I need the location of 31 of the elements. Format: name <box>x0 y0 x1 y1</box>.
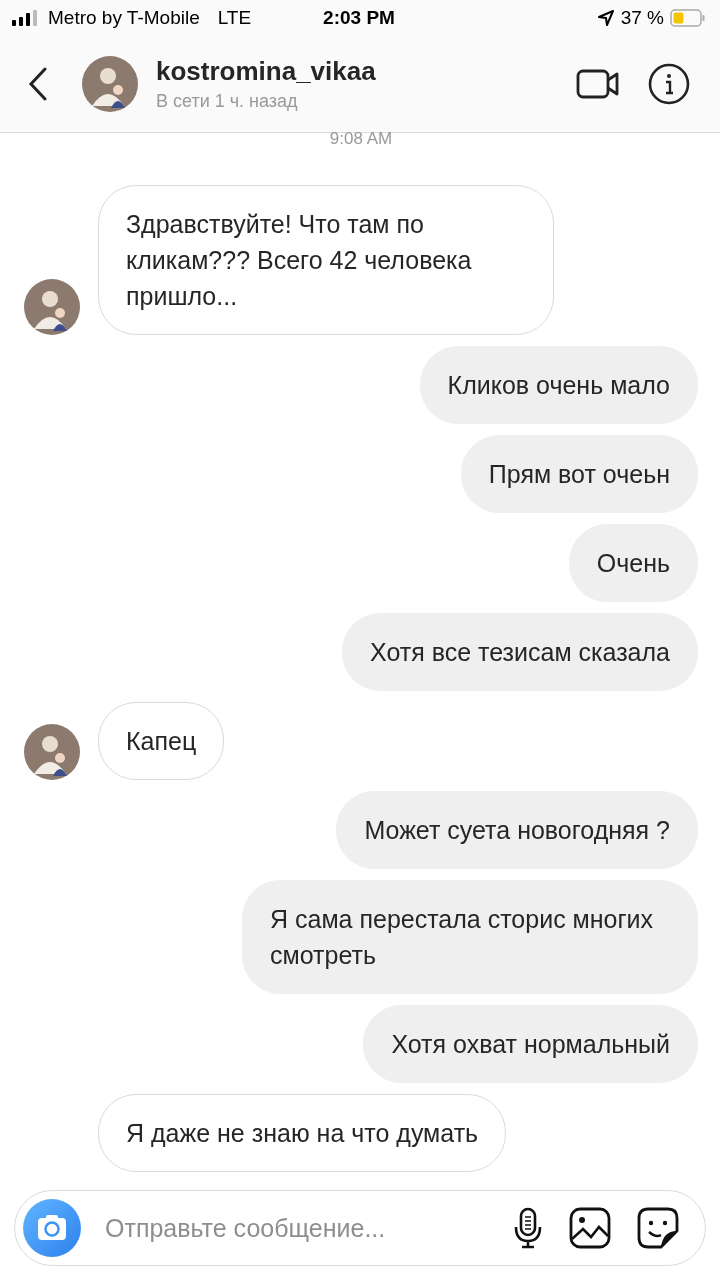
received-message[interactable]: Здравствуйте! Что там по кликам??? Всего 42 человека пришло... <box>98 185 554 335</box>
sent-message[interactable]: Может суета новогодняя ? <box>336 791 698 869</box>
signal-icon <box>12 10 40 26</box>
avatar[interactable] <box>24 724 80 780</box>
battery-icon <box>670 9 706 27</box>
clock-time: 2:03 PM <box>323 7 395 29</box>
location-arrow-icon <box>596 9 615 27</box>
received-message[interactable]: Капец <box>98 702 225 780</box>
image-icon[interactable] <box>569 1207 611 1249</box>
presence-status: В сети 1 ч. назад <box>156 91 299 112</box>
sticker-icon[interactable] <box>637 1207 679 1249</box>
video-camera-icon[interactable] <box>576 67 620 101</box>
back-icon[interactable] <box>28 67 48 101</box>
sent-message[interactable]: Хотя все тезисам сказала <box>342 613 698 691</box>
sent-message[interactable]: Прям вот очеьн <box>460 435 698 513</box>
message-input[interactable]: Отправьте сообщение... <box>103 1212 487 1244</box>
battery-percent: 37 % <box>620 7 664 29</box>
sent-message[interactable]: Очень <box>568 524 698 602</box>
avatar[interactable] <box>82 56 138 112</box>
avatar[interactable] <box>24 279 80 335</box>
username[interactable]: kostromina_vikaa <box>156 56 576 87</box>
network-type: LTE <box>217 7 252 29</box>
microphone-icon[interactable] <box>513 1207 543 1249</box>
camera-icon[interactable] <box>23 1199 81 1257</box>
sent-message[interactable]: Я сама перестала сторис многих смотреть <box>242 880 698 994</box>
sent-message[interactable]: Хотя охват нормальный <box>363 1005 698 1083</box>
message-timestamp: 9:08 AM <box>329 129 393 149</box>
info-icon[interactable] <box>648 63 690 105</box>
sent-message[interactable]: Кликов очень мало <box>419 346 698 424</box>
carrier-name: Metro by T-Mobile <box>48 7 200 29</box>
received-message[interactable]: Я даже не знаю на что думать <box>98 1094 507 1172</box>
